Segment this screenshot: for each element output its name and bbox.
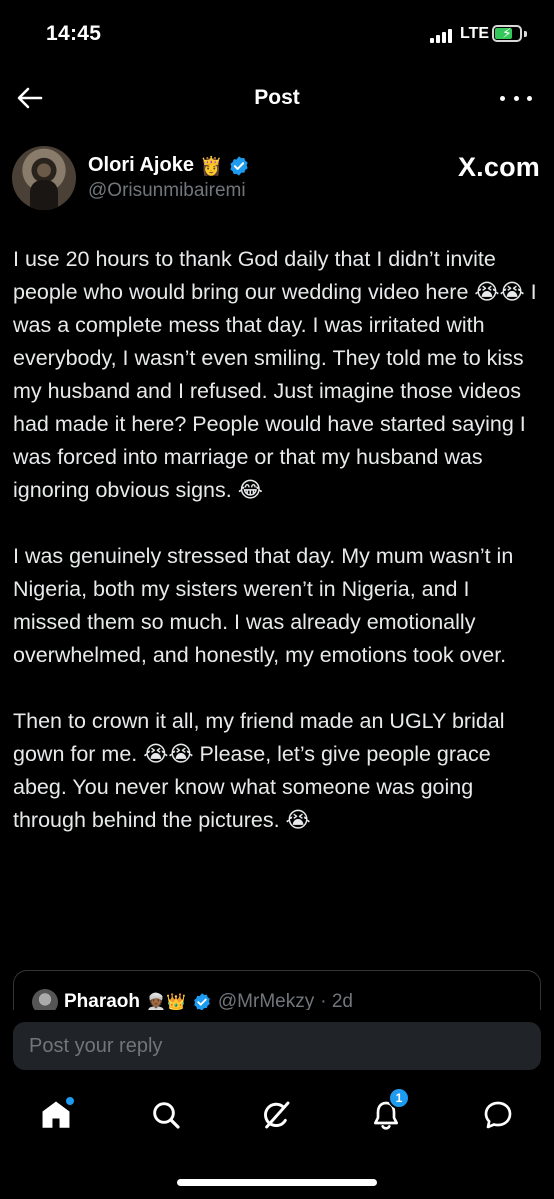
charging-bolt-icon: ⚡ — [502, 25, 512, 41]
home-unread-dot — [66, 1097, 74, 1105]
battery-icon: ⚡ — [492, 25, 522, 42]
network-label: LTE — [460, 25, 490, 42]
x-com-watermark: X.com — [457, 152, 540, 182]
search-icon — [153, 1102, 180, 1129]
author-name[interactable]: Olori Ajoke — [88, 154, 194, 177]
author-name-row[interactable]: Olori Ajoke 👸 — [88, 154, 250, 177]
quoted-author-emojis: 👳🏾👑 — [146, 994, 186, 1011]
battery-cap — [524, 31, 527, 37]
nav-notifications[interactable]: 1 — [366, 1087, 410, 1135]
author-handle[interactable]: @Orisunmibairemi — [88, 180, 246, 202]
nav-grok[interactable] — [256, 1095, 296, 1135]
post-paragraph: Then to crown it all, my friend made an … — [13, 709, 511, 832]
home-indicator — [177, 1179, 377, 1186]
signal-icon — [430, 28, 454, 43]
page-title: Post — [254, 86, 300, 109]
verified-badge-icon — [230, 155, 248, 176]
nav-home[interactable] — [36, 1095, 76, 1135]
verified-badge-icon — [194, 993, 210, 1011]
status-bar: 14:45 LTE ⚡ — [0, 0, 554, 70]
post-header: Post — [0, 70, 554, 130]
princess-emoji: 👸 — [199, 155, 223, 176]
reply-bar — [0, 1010, 554, 1085]
grok-icon — [264, 1101, 290, 1129]
post-paragraph: I use 20 hours to thank God daily that I… — [13, 247, 543, 502]
more-horizontal-icon — [500, 95, 505, 101]
messages-icon — [484, 1101, 512, 1129]
reply-input[interactable] — [13, 1022, 541, 1070]
avatar[interactable] — [12, 146, 76, 210]
more-options-button[interactable] — [500, 84, 532, 112]
notification-count-badge: 1 — [388, 1087, 410, 1109]
post-text: I use 20 hours to thank God daily that I… — [13, 243, 543, 870]
nav-search[interactable] — [146, 1095, 186, 1135]
status-time: 14:45 — [46, 22, 102, 45]
nav-messages[interactable] — [478, 1095, 518, 1135]
post-author: Olori Ajoke 👸 @Orisunmibairemi X.com — [12, 146, 542, 210]
post-paragraph: I was genuinely stressed that day. My mu… — [13, 544, 520, 667]
